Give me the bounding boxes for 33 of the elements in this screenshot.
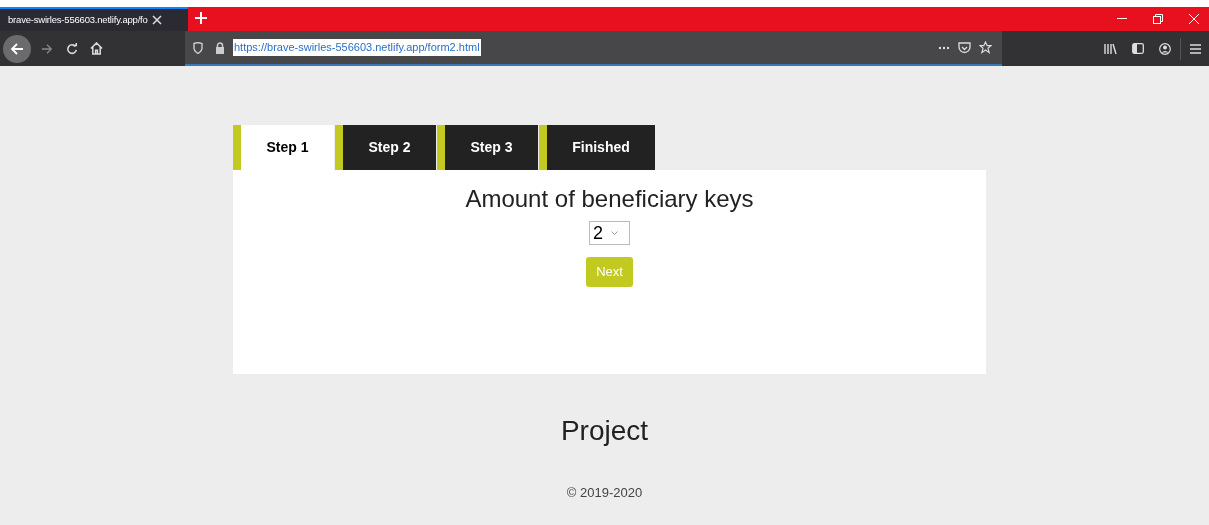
more-icon[interactable] bbox=[938, 45, 950, 50]
select-value: 2 bbox=[593, 224, 603, 242]
home-icon[interactable] bbox=[90, 42, 103, 55]
copyright-text: © 2019-2020 bbox=[566, 484, 643, 502]
restore-icon[interactable] bbox=[1153, 14, 1163, 24]
footer-title: Project bbox=[560, 414, 649, 448]
url-text: https://brave-swirles-556603.netlify.app/form2.html bbox=[233, 39, 481, 56]
shield-icon[interactable] bbox=[193, 41, 203, 54]
browser-tab[interactable]: brave-swirles-556603.netlify.app/fo bbox=[0, 7, 188, 31]
pocket-icon[interactable] bbox=[958, 41, 971, 54]
step-tab[interactable]: Step 3 bbox=[437, 125, 538, 170]
new-tab-icon[interactable] bbox=[195, 12, 207, 24]
minimize-icon[interactable] bbox=[1117, 18, 1127, 20]
tab-title: brave-swirles-556603.netlify.app/fo bbox=[8, 12, 148, 27]
star-icon[interactable] bbox=[979, 41, 992, 54]
step-tab[interactable]: Finished bbox=[539, 125, 655, 170]
menu-icon[interactable] bbox=[1190, 43, 1201, 54]
count-select[interactable]: 2 bbox=[589, 221, 630, 245]
chevron-down-icon bbox=[611, 231, 618, 235]
back-arrow-icon bbox=[10, 41, 24, 56]
forward-arrow-icon[interactable] bbox=[41, 42, 53, 55]
form-heading: Amount of beneficiary keys bbox=[465, 185, 754, 213]
lock-icon bbox=[215, 41, 225, 54]
address-bar[interactable]: https://brave-swirles-556603.netlify.app/form2.html bbox=[185, 31, 1002, 66]
reload-icon[interactable] bbox=[66, 42, 78, 55]
step-tab[interactable]: Step 1 bbox=[233, 125, 334, 170]
close-window-icon[interactable] bbox=[1189, 14, 1199, 24]
library-icon[interactable] bbox=[1104, 42, 1117, 55]
sidebar-icon[interactable] bbox=[1132, 43, 1144, 54]
close-icon[interactable] bbox=[151, 15, 162, 25]
step-tab[interactable]: Step 2 bbox=[335, 125, 436, 170]
back-button[interactable] bbox=[3, 34, 31, 63]
account-icon[interactable] bbox=[1159, 42, 1171, 55]
